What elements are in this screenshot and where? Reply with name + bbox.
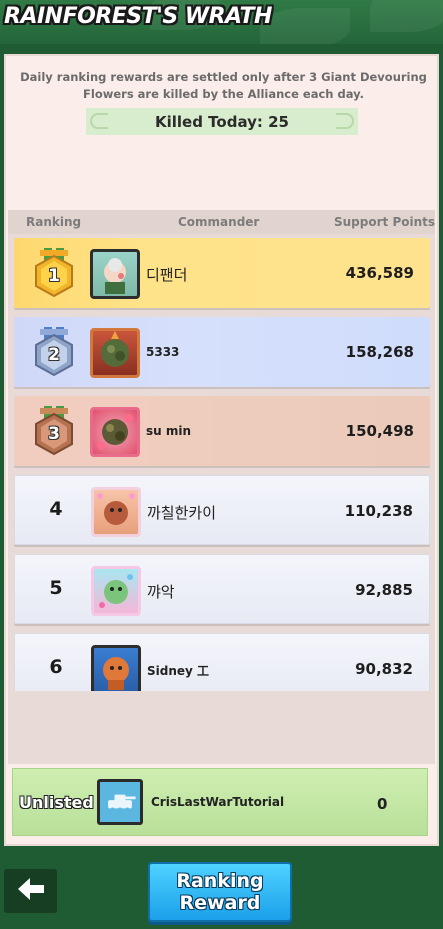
- support-points: 150,498: [345, 422, 414, 440]
- avatar[interactable]: [90, 328, 140, 378]
- ranking-row-1[interactable]: 1 디팬더 436,589: [14, 238, 430, 308]
- ranking-row-2[interactable]: 2 5333 158,268: [14, 317, 430, 387]
- page-title: RAINFOREST'S WRATH: [4, 4, 272, 29]
- support-points: 110,238: [344, 502, 413, 520]
- rank-number: 4: [49, 498, 63, 520]
- rank-number: 2: [48, 345, 60, 365]
- banner-ornament-right: [336, 113, 354, 129]
- tank-icon[interactable]: [97, 779, 143, 825]
- support-points: 0: [377, 795, 388, 813]
- rank-number: 1: [48, 266, 60, 286]
- bronze-medal-icon: 3: [30, 406, 78, 456]
- avatar[interactable]: [91, 566, 141, 616]
- arrow-left-icon: [16, 876, 46, 906]
- header-bar: RAINFOREST'S WRATH: [0, 0, 443, 44]
- column-commander: Commander: [178, 215, 260, 229]
- ranking-row-3[interactable]: 3 su min 150,498: [14, 396, 430, 466]
- killed-today-label: Killed Today: 25: [155, 112, 289, 131]
- rank-number: 6: [49, 656, 63, 678]
- ranking-reward-button[interactable]: Ranking Reward: [148, 862, 292, 922]
- column-ranking: Ranking: [26, 215, 82, 229]
- ranking-reward-label: Ranking Reward: [176, 870, 264, 914]
- avatar[interactable]: [91, 487, 141, 537]
- support-points: 90,832: [355, 660, 413, 678]
- support-points: 158,268: [345, 343, 414, 361]
- avatar[interactable]: [90, 407, 140, 457]
- commander-name: 디팬더: [146, 266, 188, 284]
- commander-name: su min: [146, 424, 192, 438]
- avatar[interactable]: [91, 645, 141, 691]
- commander-name: Sidney 工: [147, 664, 210, 678]
- avatar[interactable]: [90, 249, 140, 299]
- column-support-points: Support Points: [334, 215, 436, 229]
- support-points: 92,885: [355, 581, 413, 599]
- ranking-panel: Daily ranking rewards are settled only a…: [4, 54, 439, 846]
- silver-medal-icon: 2: [30, 327, 78, 377]
- unlisted-label: Unlisted: [19, 793, 94, 812]
- gold-medal-icon: 1: [30, 248, 78, 298]
- back-button[interactable]: [4, 869, 57, 913]
- commander-name: CrisLastWarTutorial: [151, 795, 285, 809]
- ranking-row-5[interactable]: 5 꺄악 92,885: [14, 554, 430, 624]
- notice-text: Daily ranking rewards are settled only a…: [20, 70, 427, 101]
- commander-name: 5333: [146, 345, 180, 359]
- self-ranking-row[interactable]: Unlisted CrisLastWarTutorial 0: [12, 768, 428, 836]
- ranking-row-6[interactable]: 6 Sidney 工 90,832: [14, 633, 430, 691]
- ranking-row-4[interactable]: 4 까칠한카이 110,238: [14, 475, 430, 545]
- commander-name: 까칠한카이: [147, 504, 217, 522]
- rank-number: 3: [48, 424, 60, 444]
- killed-today-banner: Killed Today: 25: [86, 108, 358, 135]
- table-header: Ranking Commander Support Points: [8, 210, 435, 234]
- ranking-list[interactable]: 1 디팬더 436,589 2 5333 158,268 3 su min 15…: [8, 236, 435, 691]
- rank-number: 5: [49, 577, 63, 599]
- commander-name: 꺄악: [147, 583, 175, 601]
- banner-ornament-left: [90, 113, 108, 129]
- support-points: 436,589: [345, 264, 414, 282]
- ranking-table: Ranking Commander Support Points 1 디팬더 4…: [8, 210, 435, 764]
